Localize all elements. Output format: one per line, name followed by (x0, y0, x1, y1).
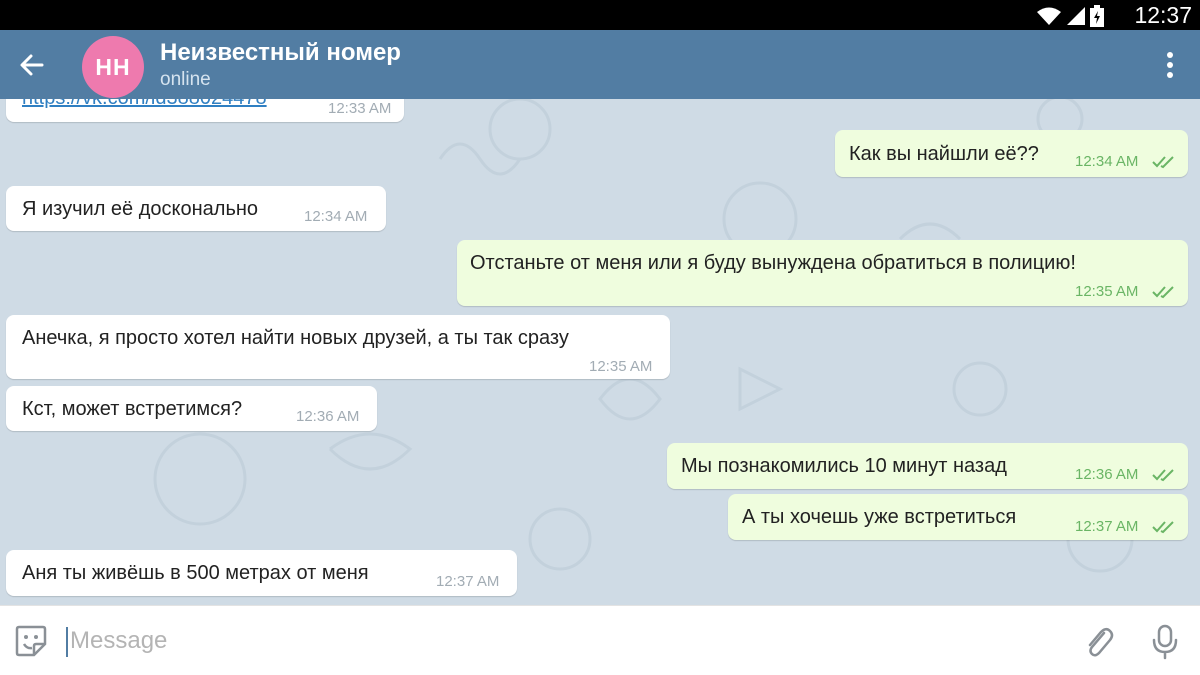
chat-header: НН Неизвестный номер online (0, 30, 1200, 99)
message-bubble[interactable]: Отстаньте от меня или я буду вынуждена о… (457, 240, 1188, 306)
contact-status: online (160, 69, 211, 90)
message-time: 12:37 AM (1075, 518, 1139, 535)
composer (0, 605, 1200, 675)
status-bar: 12:37 (0, 0, 1200, 30)
message-time: 12:34 AM (1075, 153, 1139, 170)
message-text: А ты хочешь уже встретиться (742, 506, 1017, 528)
message-bubble[interactable]: Как вы найшли её?? 12:34 AM (835, 130, 1188, 177)
message-time: 12:36 AM (296, 408, 360, 425)
microphone-icon[interactable] (1150, 624, 1180, 660)
back-arrow-icon[interactable] (14, 47, 50, 83)
contact-name[interactable]: Неизвестный номер (160, 39, 401, 67)
read-check-icon (1152, 469, 1174, 482)
message-link[interactable]: https://vk.com/id388024478 (22, 99, 267, 110)
message-text: Как вы найшли её?? (849, 143, 1039, 165)
message-text: Анечка, я просто хотел найти новых друзе… (22, 327, 569, 349)
message-time: 12:37 AM (436, 573, 500, 590)
message-time: 12:35 AM (1075, 283, 1139, 300)
message-bubble[interactable]: А ты хочешь уже встретиться 12:37 AM (728, 494, 1188, 540)
more-options-icon[interactable] (1158, 50, 1182, 80)
battery-icon (1090, 5, 1104, 27)
message-time: 12:36 AM (1075, 466, 1139, 483)
status-clock: 12:37 (1134, 2, 1192, 28)
message-text: Отстаньте от меня или я буду вынуждена о… (470, 252, 1076, 274)
message-bubble[interactable]: Анечка, я просто хотел найти новых друзе… (6, 315, 670, 379)
message-time: 12:34 AM (304, 208, 368, 225)
read-check-icon (1152, 521, 1174, 534)
message-bubble[interactable]: Кст, может встретимся? 12:36 AM (6, 386, 377, 431)
text-cursor (66, 627, 68, 657)
message-bubble[interactable]: Я изучил её досконально 12:34 AM (6, 186, 386, 231)
message-text: Кст, может встретимся? (22, 398, 243, 420)
read-check-icon (1152, 286, 1174, 299)
message-bubble[interactable]: https://vk.com/id388024478 12:33 AM (6, 99, 404, 122)
attach-icon[interactable] (1082, 624, 1116, 660)
message-text: Мы познакомились 10 минут назад (681, 455, 1007, 477)
message-bubble[interactable]: Аня ты живёшь в 500 метрах от меня 12:37… (6, 550, 517, 596)
sticker-emoji-icon[interactable] (14, 624, 48, 658)
signal-icon (1067, 7, 1085, 25)
message-list[interactable]: https://vk.com/id388024478 12:33 AM Как … (0, 99, 1200, 605)
message-text: Я изучил её досконально (22, 198, 259, 220)
status-icons (1036, 5, 1104, 27)
message-time: 12:33 AM (328, 100, 392, 117)
message-time: 12:35 AM (589, 358, 653, 375)
message-bubble[interactable]: Мы познакомились 10 минут назад 12:36 AM (667, 443, 1188, 489)
message-text: Аня ты живёшь в 500 метрах от меня (22, 562, 369, 584)
read-check-icon (1152, 156, 1174, 169)
avatar[interactable]: НН (82, 36, 144, 98)
wifi-icon (1037, 7, 1061, 25)
message-input[interactable] (70, 623, 1050, 659)
